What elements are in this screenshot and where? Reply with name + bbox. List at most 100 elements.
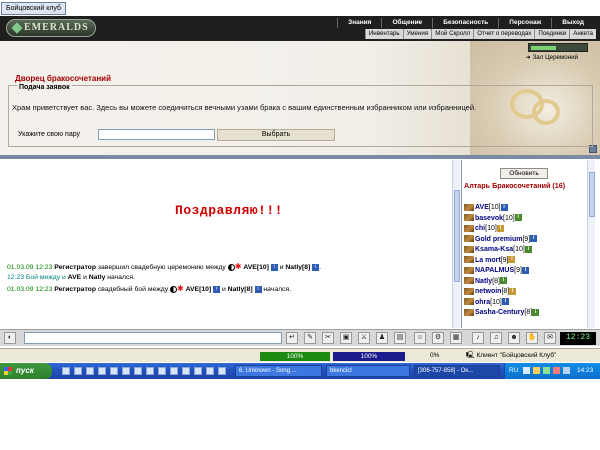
menu-knowledge[interactable]: Знания	[337, 18, 381, 28]
lock-icon[interactable]: ▦	[450, 332, 462, 344]
user-row[interactable]: AVE[10] i	[464, 203, 508, 213]
walk-icon[interactable]: ♟	[376, 332, 388, 344]
info-icon[interactable]: i	[499, 277, 507, 285]
user-name[interactable]: Ksama-Ksa	[475, 246, 513, 253]
user-name[interactable]: netwoin	[475, 288, 501, 295]
player-name[interactable]: AVE	[68, 274, 81, 281]
submenu-inventory[interactable]: Инвентарь	[364, 29, 403, 39]
tray-clock[interactable]: 14:23	[577, 363, 593, 379]
tray-icon[interactable]	[523, 367, 530, 374]
info-icon[interactable]: i	[530, 235, 538, 243]
users-scrollbar[interactable]	[587, 160, 595, 328]
user-row[interactable]: netwoin[8] i	[464, 287, 517, 297]
user-name[interactable]: ohra	[475, 299, 490, 306]
letter-icon[interactable]: ✉	[544, 332, 556, 344]
submenu-scroll[interactable]: Мой Скролл	[431, 29, 473, 39]
language-indicator[interactable]: RU	[509, 363, 518, 379]
quicklaunch-icon[interactable]	[206, 367, 214, 375]
submenu-profile[interactable]: Анкета	[569, 29, 596, 39]
music-icon[interactable]: ♫	[490, 332, 502, 344]
user-row[interactable]: Ksama-Ksa[10] i	[464, 245, 532, 255]
info-icon[interactable]: i	[270, 263, 278, 271]
quicklaunch-icon[interactable]	[98, 367, 106, 375]
save-icon[interactable]: ▣	[340, 332, 352, 344]
scrollbar-thumb[interactable]	[454, 190, 460, 282]
info-icon[interactable]: i	[496, 224, 504, 232]
chat-mode-icon[interactable]: ◐	[4, 332, 16, 344]
start-button[interactable]: пуск	[0, 363, 52, 379]
quicklaunch-icon[interactable]	[194, 367, 202, 375]
menu-exit[interactable]: Выход	[551, 18, 594, 28]
submenu-skills[interactable]: Умения	[402, 29, 432, 39]
player-name[interactable]: Natly	[89, 274, 106, 281]
quicklaunch-icon[interactable]	[134, 367, 142, 375]
quicklaunch-icon[interactable]	[146, 367, 154, 375]
submenu-transfers[interactable]: Отчет о переводах	[473, 29, 534, 39]
user-name[interactable]: La mort	[475, 257, 501, 264]
user-name[interactable]: Sasha-Century	[475, 309, 524, 316]
quicklaunch-icon[interactable]	[122, 367, 130, 375]
info-icon[interactable]: i	[500, 203, 508, 211]
user-row[interactable]: Gold premium[9] i	[464, 235, 538, 245]
user-name[interactable]: AVE	[475, 204, 489, 211]
user-row[interactable]: basevok[10] i	[464, 214, 522, 224]
menu-communication[interactable]: Общение	[381, 18, 432, 28]
info-icon[interactable]: i	[524, 245, 532, 253]
quicklaunch-icon[interactable]	[86, 367, 94, 375]
message-author[interactable]: Регистратор	[54, 286, 96, 293]
filter-icon[interactable]: ✂	[322, 332, 334, 344]
task-browser[interactable]: [306-757-858] - Ок...	[414, 365, 500, 377]
settings-icon[interactable]: ⚙	[432, 332, 444, 344]
user-name[interactable]: chi	[475, 225, 485, 232]
tray-icon[interactable]	[543, 367, 550, 374]
task-music-player[interactable]: 6. Unknown - Song ...	[235, 365, 322, 377]
quicklaunch-icon[interactable]	[158, 367, 166, 375]
quicklaunch-icon[interactable]	[74, 367, 82, 375]
tray-icon[interactable]	[553, 367, 560, 374]
pair-input[interactable]	[98, 129, 215, 140]
info-icon[interactable]: i	[254, 285, 262, 293]
player-name[interactable]: AVE	[243, 264, 256, 271]
chat-scrollbar[interactable]	[452, 160, 460, 328]
player-name[interactable]: AVE	[186, 286, 199, 293]
user-row[interactable]: ohra[10] i	[464, 298, 509, 308]
refresh-button[interactable]: Обновить	[500, 168, 548, 179]
user-name[interactable]: NAPALMUS	[475, 267, 514, 274]
hall-link[interactable]: ➜ Зал Церемоний	[526, 54, 578, 61]
quicklaunch-icon[interactable]	[182, 367, 190, 375]
menu-character[interactable]: Персонаж	[498, 18, 551, 28]
user-row[interactable]: La mort[9] i	[464, 256, 516, 266]
hand-icon[interactable]: ✋	[526, 332, 538, 344]
user-name[interactable]: basevok	[475, 215, 503, 222]
fight-icon[interactable]: ⚔	[358, 332, 370, 344]
user-row[interactable]: NAPALMUS[9] i	[464, 266, 529, 276]
quicklaunch-icon[interactable]	[170, 367, 178, 375]
player-name[interactable]: Natly	[228, 286, 245, 293]
info-icon[interactable]: i	[521, 266, 529, 274]
message-time[interactable]: 01.03.09 12:23	[7, 286, 52, 293]
quicklaunch-icon[interactable]	[110, 367, 118, 375]
people-icon[interactable]: ☻	[508, 332, 520, 344]
book-icon[interactable]: ▤	[394, 332, 406, 344]
user-name[interactable]: Gold premium	[475, 236, 522, 243]
info-icon[interactable]: i	[508, 256, 516, 264]
info-icon[interactable]: i	[213, 285, 221, 293]
submenu-fights[interactable]: Поединки	[534, 29, 569, 39]
tray-icon[interactable]	[563, 367, 570, 374]
message-time[interactable]: 01.03.09 12:23	[7, 264, 52, 271]
frame-splitter[interactable]	[0, 155, 600, 159]
player-name[interactable]: Natly	[285, 264, 302, 271]
choose-button[interactable]: Выбрать	[217, 129, 335, 141]
sound-icon[interactable]: ♪	[472, 332, 484, 344]
window-title-tab[interactable]: Бойцовский клуб	[1, 2, 67, 15]
user-row[interactable]: Sasha-Century[8] i	[464, 308, 540, 318]
hall-progress-bar[interactable]	[528, 43, 588, 52]
info-icon[interactable]: i	[514, 214, 522, 222]
send-icon[interactable]: ↵	[286, 332, 298, 344]
message-time[interactable]: 12:23	[7, 274, 24, 281]
chat-input[interactable]	[24, 332, 282, 344]
info-icon[interactable]: i	[501, 298, 509, 306]
info-icon[interactable]: i	[509, 287, 517, 295]
user-row[interactable]: Natly[8] i	[464, 277, 507, 287]
message-author[interactable]: Регистратор	[54, 264, 96, 271]
